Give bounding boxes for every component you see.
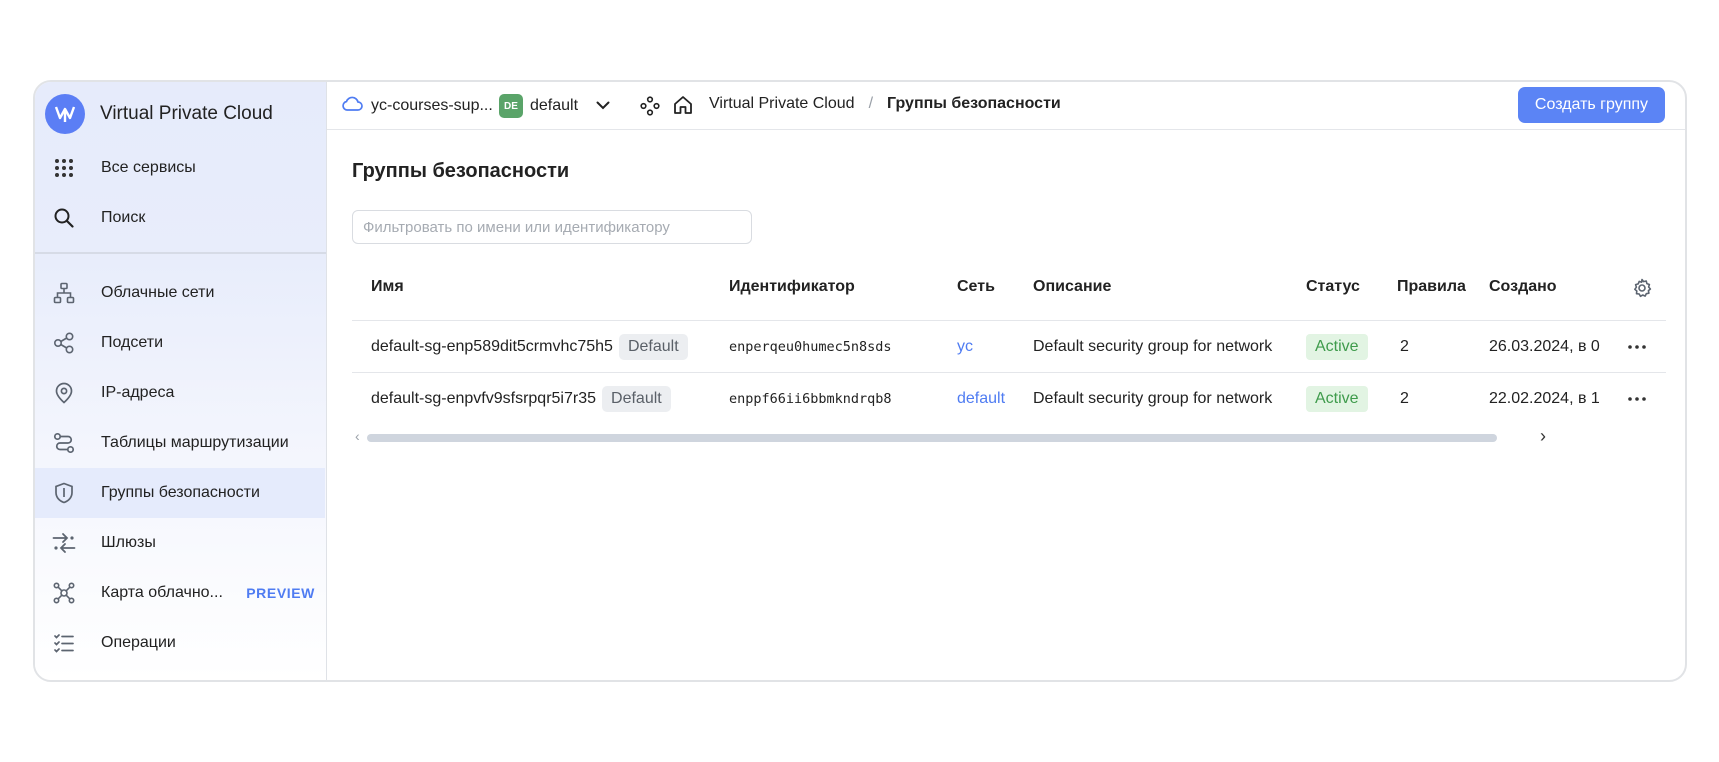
scroll-left-chevron-icon[interactable]: ‹ — [355, 428, 360, 444]
sidebar-item-route-tables[interactable]: Таблицы маршрутизации — [35, 418, 325, 468]
network-link[interactable]: default — [957, 373, 1005, 425]
security-groups-table: Имя Идентификатор Сеть Описание Статус П… — [352, 264, 1666, 434]
cloud-name: yc-courses-sup... — [371, 96, 493, 114]
sidebar-item-cloud-networks[interactable]: Облачные сети — [35, 268, 325, 318]
column-header-id[interactable]: Идентификатор — [729, 278, 855, 296]
network-link[interactable]: yc — [957, 321, 973, 373]
scroll-right-chevron-icon[interactable]: › — [1540, 426, 1546, 447]
location-pin-icon — [52, 381, 76, 405]
sidebar-item-all-services[interactable]: Все сервисы — [35, 143, 325, 193]
horizontal-scrollbar[interactable] — [367, 434, 1497, 442]
sidebar-item-ip-addresses[interactable]: IP-адреса — [35, 368, 325, 418]
column-header-name[interactable]: Имя — [371, 278, 404, 296]
group-description: Default security group for network — [1033, 390, 1273, 407]
default-tag: Default — [602, 386, 671, 412]
cloud-icon — [341, 94, 363, 117]
top-bar: yc-courses-sup... DE default Virtual Pri… — [327, 82, 1685, 130]
sidebar-item-search[interactable]: Поиск — [35, 193, 325, 243]
breadcrumb-current: Группы безопасности — [887, 95, 1061, 112]
checklist-icon — [52, 631, 76, 655]
status-badge: Active — [1306, 334, 1368, 360]
gateway-arrows-icon — [52, 531, 76, 555]
shield-icon — [52, 481, 76, 505]
service-brand[interactable]: Virtual Private Cloud — [45, 94, 273, 134]
sidebar-item-label: Подсети — [101, 334, 164, 351]
breadcrumb-service[interactable]: Virtual Private Cloud — [709, 95, 855, 113]
sidebar-item-security-groups[interactable]: Группы безопасности — [35, 468, 325, 518]
sidebar-item-label: Операции — [101, 634, 176, 651]
app-window: Virtual Private Cloud Все сервисы Поиск — [33, 80, 1687, 682]
cloud-selector[interactable]: yc-courses-sup... — [341, 94, 493, 117]
group-id: enperqeu0humec5n8sds — [729, 339, 892, 355]
sidebar-item-cloud-map[interactable]: Карта облачно... PREVIEW — [35, 568, 325, 618]
filter-input[interactable] — [352, 210, 752, 244]
row-actions-more-icon[interactable] — [1628, 321, 1646, 373]
sidebar-item-label: Все сервисы — [101, 159, 196, 176]
sidebar-item-label: Поиск — [101, 209, 146, 226]
row-actions-more-icon[interactable] — [1628, 373, 1646, 425]
sidebar-item-label: IP-адреса — [101, 384, 175, 401]
group-name[interactable]: default-sg-enpvfv9sfsrpqr5i7r35 — [371, 390, 596, 408]
vpc-logo-icon — [45, 94, 85, 134]
column-header-description[interactable]: Описание — [1033, 278, 1111, 296]
page-title: Группы безопасности — [352, 160, 570, 182]
services-map-icon[interactable] — [640, 96, 660, 116]
breadcrumb-separator: / — [868, 95, 874, 112]
home-icon[interactable] — [673, 95, 693, 115]
sidebar-item-label: Группы безопасности — [101, 484, 260, 501]
preview-badge: PREVIEW — [246, 585, 315, 601]
group-id: enppf66ii6bbmkndrqb8 — [729, 391, 892, 407]
group-description: Default security group for network — [1033, 338, 1273, 355]
network-icon — [52, 281, 76, 305]
graph-icon — [52, 581, 76, 605]
table-row[interactable]: default-sg-enpvfv9sfsrpqr5i7r35 Default … — [352, 372, 1666, 424]
folder-name: default — [530, 97, 579, 114]
sidebar-item-gateways[interactable]: Шлюзы — [35, 518, 325, 568]
sidebar: Virtual Private Cloud Все сервисы Поиск — [35, 82, 327, 680]
created-date: 22.02.2024, в 1 — [1489, 390, 1600, 407]
column-header-status[interactable]: Статус — [1306, 278, 1360, 296]
rules-count: 2 — [1400, 390, 1409, 407]
created-date: 26.03.2024, в 0 — [1489, 338, 1600, 355]
search-icon — [52, 206, 76, 230]
column-header-rules[interactable]: Правила — [1397, 278, 1466, 296]
chevron-down-icon[interactable] — [596, 97, 610, 115]
grid-icon — [52, 156, 76, 180]
subnet-icon — [52, 331, 76, 355]
default-tag: Default — [618, 334, 688, 360]
route-icon — [52, 431, 76, 455]
sidebar-item-label: Шлюзы — [101, 534, 156, 551]
create-group-button[interactable]: Создать группу — [1518, 87, 1665, 123]
folder-badge: DE — [499, 94, 523, 118]
sidebar-item-label: Карта облачно... — [101, 584, 223, 601]
table-settings-gear-icon[interactable] — [1632, 278, 1652, 303]
service-title: Virtual Private Cloud — [100, 103, 273, 124]
rules-count: 2 — [1400, 338, 1409, 355]
sidebar-item-subnets[interactable]: Подсети — [35, 318, 325, 368]
sidebar-item-operations[interactable]: Операции — [35, 618, 325, 668]
table-row[interactable]: default-sg-enp589dit5crmvhc75h5 Default … — [352, 320, 1666, 372]
folder-selector[interactable]: DE default — [499, 94, 610, 118]
column-header-network[interactable]: Сеть — [957, 278, 995, 296]
column-header-created[interactable]: Создано — [1489, 278, 1557, 296]
status-badge: Active — [1306, 386, 1368, 412]
sidebar-item-label: Облачные сети — [101, 284, 215, 301]
sidebar-item-label: Таблицы маршрутизации — [101, 434, 289, 451]
group-name[interactable]: default-sg-enp589dit5crmvhc75h5 — [371, 338, 613, 356]
main-content: yc-courses-sup... DE default Virtual Pri… — [327, 82, 1685, 680]
breadcrumb: Virtual Private Cloud / Группы безопасно… — [709, 95, 1061, 113]
